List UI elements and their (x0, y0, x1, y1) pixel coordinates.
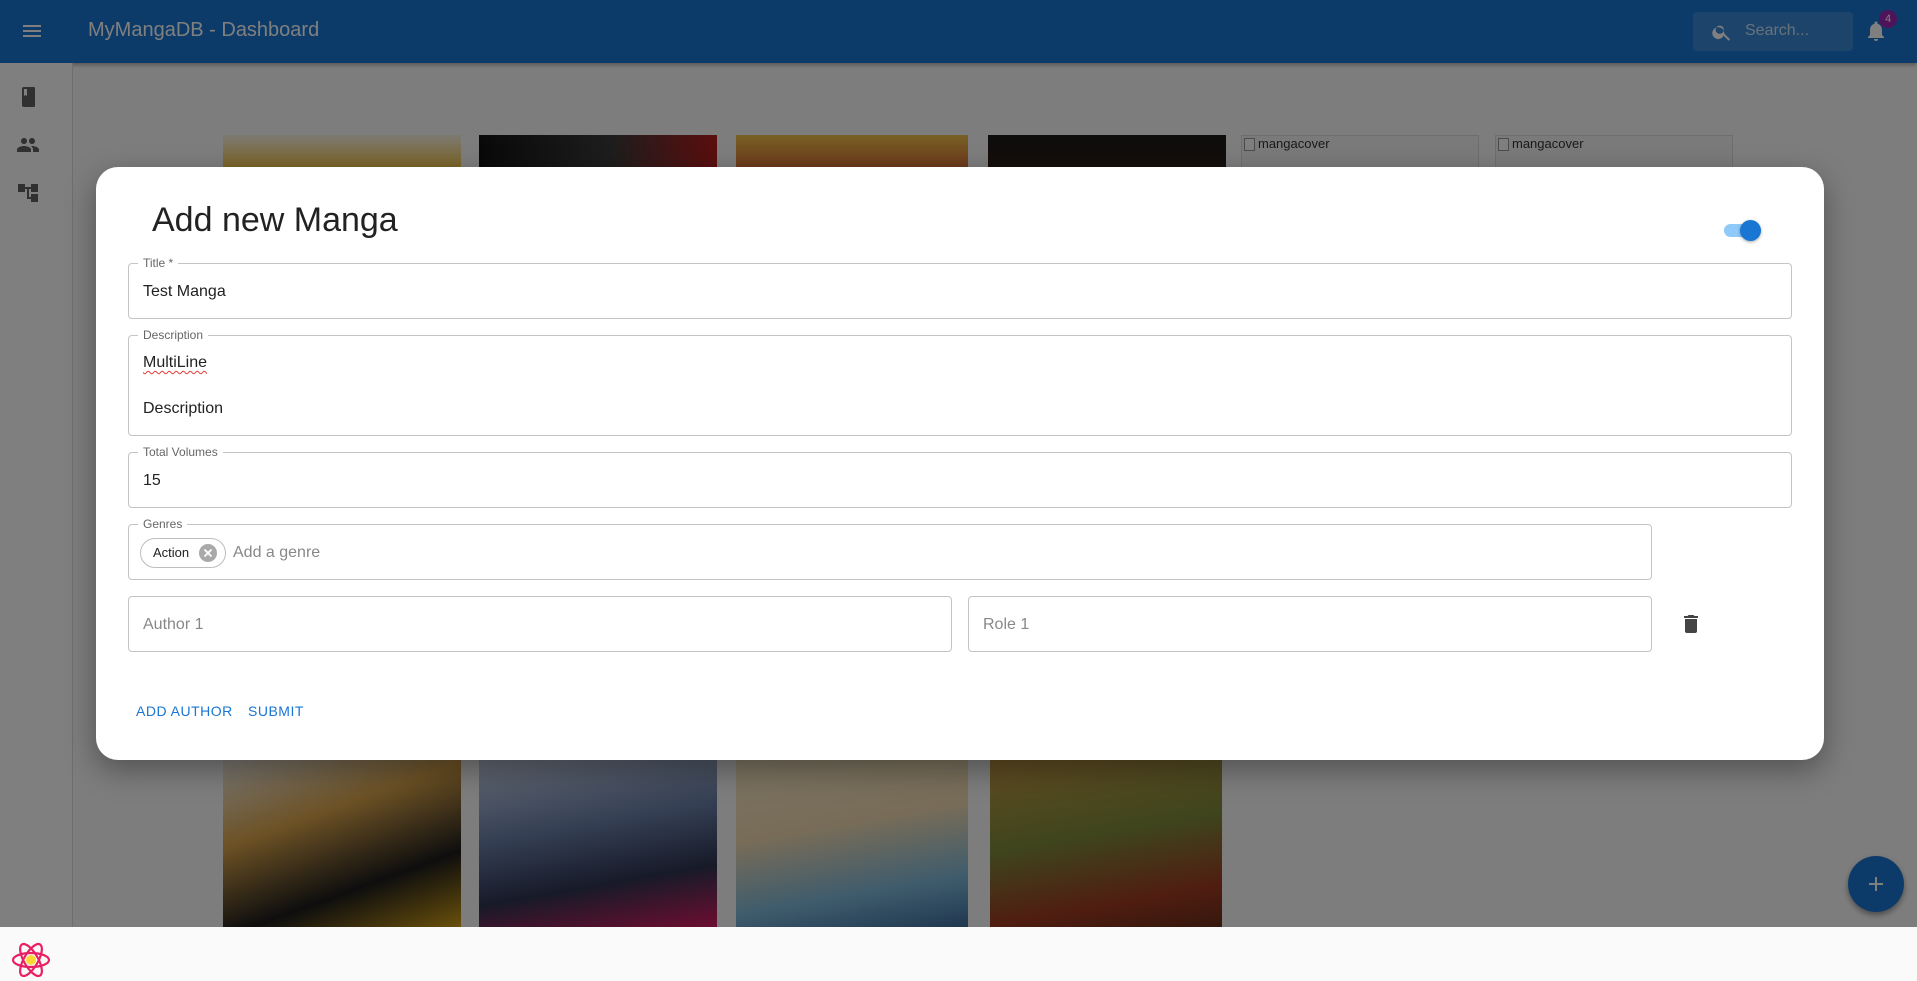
description-label: Description (138, 328, 209, 342)
description-line-1[interactable]: MultiLine (143, 353, 207, 373)
total-volumes-field[interactable]: Total Volumes 15 (128, 445, 1792, 508)
title-field[interactable]: Title * Test Manga (128, 256, 1792, 319)
react-logo-icon (11, 942, 51, 978)
description-field[interactable]: Description MultiLine Description (128, 328, 1792, 436)
description-line-2[interactable]: Description (143, 399, 223, 419)
genres-field[interactable]: Genres Action Add a genre (128, 517, 1652, 580)
author-input[interactable]: Author 1 (143, 615, 203, 635)
add-author-button[interactable]: ADD AUTHOR (136, 702, 233, 720)
delete-author-icon[interactable] (1679, 612, 1703, 636)
chip-remove-icon[interactable] (199, 544, 217, 562)
genres-label: Genres (138, 517, 188, 531)
submit-button[interactable]: SUBMIT (248, 702, 304, 720)
role-input[interactable]: Role 1 (983, 615, 1029, 635)
dialog-title: Add new Manga (152, 201, 398, 239)
genre-chip-action[interactable]: Action (140, 538, 226, 568)
total-volumes-label: Total Volumes (138, 445, 223, 459)
title-label: Title * (138, 256, 179, 270)
switch-thumb (1740, 220, 1761, 241)
genre-input[interactable]: Add a genre (233, 543, 320, 563)
toggle-switch[interactable] (1722, 219, 1761, 241)
role-field[interactable]: Role 1 (968, 596, 1652, 652)
add-manga-dialog: Add new Manga Title * Test Manga Descrip… (96, 167, 1824, 760)
author-field[interactable]: Author 1 (128, 596, 952, 652)
total-volumes-input[interactable]: 15 (143, 471, 161, 491)
genre-chip-label: Action (153, 545, 190, 560)
title-input[interactable]: Test Manga (143, 282, 226, 302)
